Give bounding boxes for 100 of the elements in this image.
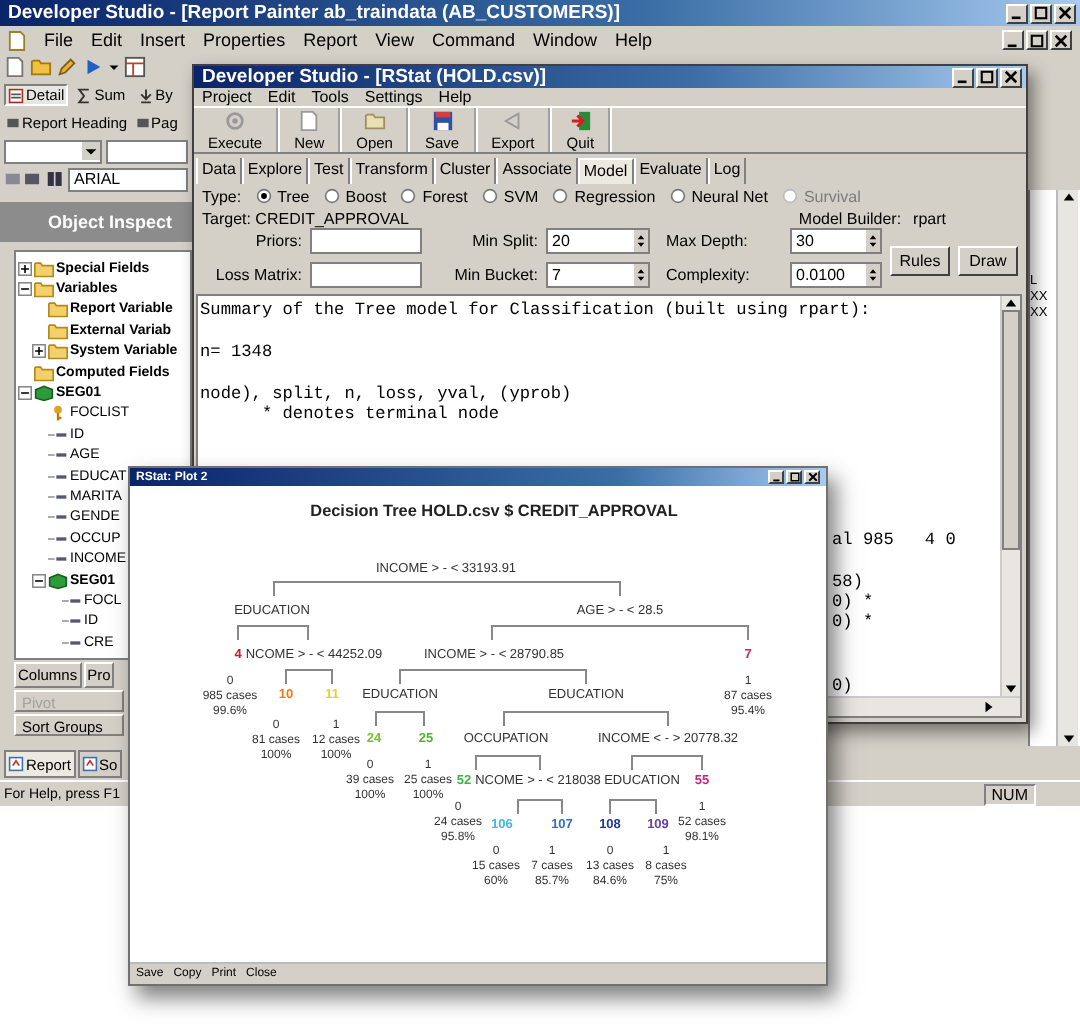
- radio-icon: [552, 188, 569, 205]
- priors-field[interactable]: [310, 228, 422, 255]
- output-text: * denotes terminal node: [259, 404, 502, 426]
- branch-connector: [475, 755, 541, 771]
- menu-item[interactable]: Help: [614, 30, 652, 50]
- close-icon: [807, 472, 817, 482]
- close-icon: [1058, 6, 1072, 20]
- style-dropdown[interactable]: [4, 139, 102, 163]
- close-button[interactable]: [804, 470, 820, 484]
- section-icon: [135, 116, 150, 130]
- action-button[interactable]: Rules: [890, 246, 950, 277]
- spin-arrows-icon[interactable]: [636, 232, 646, 251]
- radio-button[interactable]: Neural Net: [669, 187, 768, 206]
- action-button[interactable]: Draw: [958, 246, 1018, 277]
- columns-icon[interactable]: [46, 170, 64, 188]
- expand-icon[interactable]: [18, 261, 32, 276]
- font-field[interactable]: ARIAL: [67, 167, 189, 191]
- output-text: n= 1348: [200, 342, 275, 364]
- minimize-button[interactable]: [768, 470, 784, 484]
- minimize-button[interactable]: [1002, 30, 1024, 50]
- min-split-spinner[interactable]: 20: [546, 228, 650, 255]
- scrollbar[interactable]: [1000, 296, 1020, 696]
- chart-title: Decision Tree HOLD.csv $ CREDIT_APPROVAL: [310, 502, 678, 520]
- radio-button[interactable]: Regression: [552, 187, 656, 206]
- output-text: 0): [832, 675, 855, 696]
- maximize-icon: [980, 70, 994, 84]
- scrollbar[interactable]: [1056, 190, 1078, 746]
- expand-icon[interactable]: [32, 344, 46, 359]
- model-builder-value: rpart: [913, 209, 946, 228]
- minimize-button[interactable]: [1006, 3, 1028, 23]
- target-label: Target: CREDIT_APPROVAL: [202, 209, 409, 228]
- radio-icon: [323, 188, 340, 205]
- menu-item[interactable]: Settings: [364, 88, 423, 107]
- play-icon[interactable]: [82, 56, 104, 78]
- radio-icon: [669, 188, 686, 205]
- menu-item[interactable]: Project: [202, 88, 252, 107]
- complexity-spinner[interactable]: 0.0100: [790, 262, 882, 289]
- scroll-thumb[interactable]: [1002, 310, 1020, 551]
- tab[interactable]: Transform: [349, 158, 434, 185]
- collapse-icon[interactable]: [32, 573, 46, 588]
- scroll-up-icon[interactable]: [1004, 296, 1018, 311]
- menu-item[interactable]: Properties: [203, 30, 286, 50]
- folder-icon[interactable]: [30, 56, 52, 78]
- tab[interactable]: Explore: [241, 158, 309, 185]
- max-depth-spinner[interactable]: 30: [790, 228, 882, 255]
- branch-connector: [237, 625, 309, 641]
- loss-matrix-field[interactable]: [310, 262, 422, 289]
- menu-item[interactable]: File: [44, 30, 74, 50]
- collapse-icon[interactable]: [18, 386, 32, 401]
- radio-button[interactable]: Tree: [255, 187, 310, 206]
- branch-connector: [609, 799, 657, 815]
- output-text: al 985 4 0: [832, 529, 958, 551]
- collapse-icon[interactable]: [18, 282, 32, 297]
- tab[interactable]: Model: [577, 158, 634, 185]
- radio-icon: [400, 188, 417, 205]
- field-label: Loss Matrix:: [213, 266, 302, 285]
- radio-button[interactable]: Boost: [323, 187, 387, 206]
- menu-item[interactable]: Command: [431, 30, 515, 50]
- scroll-up-icon[interactable]: [1061, 190, 1075, 204]
- output-text: node), split, n, loss, yval, (yprob): [200, 383, 574, 405]
- tab[interactable]: Data: [196, 158, 242, 185]
- menu-item[interactable]: View: [375, 30, 414, 50]
- font-size-dropdown[interactable]: [105, 139, 188, 163]
- tab[interactable]: Test: [308, 158, 350, 185]
- radio-button[interactable]: Forest: [400, 187, 468, 206]
- dropdown-icon: [81, 141, 100, 159]
- maximize-button[interactable]: [786, 470, 802, 484]
- output-text: 0) *: [832, 612, 876, 634]
- tab[interactable]: Evaluate: [633, 158, 708, 185]
- spin-arrows-icon[interactable]: [868, 232, 878, 251]
- page-icon[interactable]: [4, 56, 26, 78]
- output-text: Summary of the Tree model for Classification (built using rpart):: [200, 300, 873, 322]
- report-icon: [81, 756, 98, 772]
- scroll-right-icon[interactable]: [982, 700, 996, 714]
- scroll-down-icon[interactable]: [1061, 732, 1075, 746]
- section-icon: [6, 116, 20, 130]
- spin-arrows-icon[interactable]: [868, 266, 878, 285]
- menu-item[interactable]: Edit: [267, 88, 296, 107]
- minimize-button[interactable]: [952, 67, 974, 87]
- detail-icon: [8, 87, 24, 103]
- menu-item[interactable]: Report: [303, 30, 358, 50]
- tab[interactable]: Log: [707, 158, 747, 185]
- field-label: Min Split:: [470, 232, 538, 251]
- pencil-icon[interactable]: [56, 56, 78, 78]
- radio-button[interactable]: SVM: [481, 187, 539, 206]
- sigma-icon: [76, 87, 93, 103]
- folder-icon: [363, 109, 386, 132]
- tab[interactable]: Cluster: [433, 158, 497, 185]
- menu-item[interactable]: Edit: [91, 30, 123, 50]
- menu-item[interactable]: Tools: [311, 88, 349, 107]
- spin-arrows-icon[interactable]: [636, 266, 646, 285]
- menu-item[interactable]: Help: [438, 88, 472, 107]
- window-title: Developer Studio - [RStat (HOLD.csv)]: [202, 66, 547, 88]
- menu-item[interactable]: Insert: [140, 30, 186, 50]
- table-icon[interactable]: [124, 56, 146, 78]
- menu-item[interactable]: Window: [532, 30, 597, 50]
- grid-icon[interactable]: [4, 170, 43, 188]
- min-bucket-spinner[interactable]: 7: [546, 262, 650, 289]
- field-label: Complexity:: [664, 266, 752, 285]
- export-icon: [501, 109, 524, 132]
